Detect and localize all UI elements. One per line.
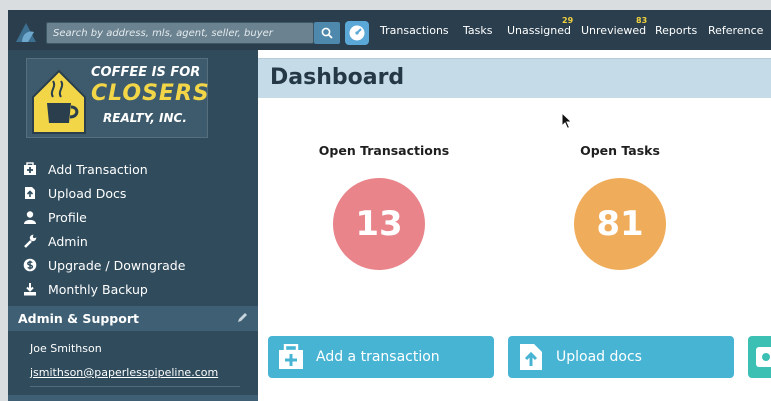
sidebar-item-label: Add Transaction: [48, 161, 148, 177]
sidebar-menu: Add Transaction Upload Docs Profile Admi…: [22, 157, 185, 301]
search-button[interactable]: [314, 22, 340, 44]
sidebar-item-label: Upload Docs: [48, 185, 127, 201]
section-title: Admin & Support: [18, 311, 139, 326]
brand-line-3: REALTY, INC.: [103, 111, 187, 125]
top-navigation-bar: Transactions Tasks 29 Unassigned 83 Unre…: [8, 10, 771, 50]
dollar-icon: [22, 257, 38, 273]
user-name: Joe Smithson: [30, 342, 102, 355]
gear-icon: [756, 347, 771, 367]
sidebar-item-upload-docs[interactable]: Upload Docs: [22, 181, 185, 205]
nav-unreviewed[interactable]: Unreviewed: [581, 24, 646, 37]
sidebar-item-label: Admin: [48, 233, 88, 249]
search-icon: [321, 27, 333, 39]
brand-logo: COFFEE IS FOR CLOSERS REALTY, INC.: [26, 58, 210, 138]
sidebar-item-monthly-backup[interactable]: Monthly Backup: [22, 277, 185, 301]
open-transactions-label: Open Transactions: [318, 143, 450, 158]
sidebar-item-label: Monthly Backup: [48, 281, 148, 297]
app-window: Transactions Tasks 29 Unassigned 83 Unre…: [8, 10, 771, 401]
nav-reports[interactable]: Reports: [655, 24, 697, 37]
dashboard-header: Dashboard: [258, 58, 771, 98]
pencil-icon[interactable]: [236, 312, 248, 324]
nav-transactions[interactable]: Transactions: [380, 24, 449, 37]
nav-unassigned[interactable]: Unassigned: [507, 24, 571, 37]
main-content: Dashboard Open Transactions 13 Open Task…: [258, 50, 771, 401]
sidebar-item-profile[interactable]: Profile: [22, 205, 185, 229]
user-icon: [22, 209, 38, 225]
nav-reference[interactable]: Reference: [708, 24, 763, 37]
app-logo-icon[interactable]: [14, 20, 38, 44]
sidebar-item-upgrade-downgrade[interactable]: Upgrade / Downgrade: [22, 253, 185, 277]
upload-docs-icon: [518, 343, 544, 371]
briefcase-plus-icon: [22, 161, 38, 177]
sidebar-item-label: Upgrade / Downgrade: [48, 257, 186, 273]
upload-docs-icon: [22, 185, 38, 201]
wrench-icon: [22, 233, 38, 249]
page-title: Dashboard: [270, 65, 405, 90]
open-transactions-count[interactable]: 13: [333, 178, 425, 270]
mouse-cursor-icon: [561, 112, 573, 130]
divider: [30, 386, 240, 387]
admin-support-header[interactable]: Admin & Support: [8, 306, 258, 331]
speedometer-icon: [349, 25, 365, 41]
settings-action-button[interactable]: [748, 336, 771, 378]
download-icon: [22, 281, 38, 297]
upload-docs-button[interactable]: Upload docs: [508, 336, 734, 378]
house-coffee-icon: [32, 69, 86, 134]
brand-line-2: CLOSERS: [91, 81, 210, 106]
sidebar: COFFEE IS FOR CLOSERS REALTY, INC. Add T…: [8, 50, 258, 401]
brand-line-1: COFFEE IS FOR: [91, 65, 201, 80]
upload-docs-label: Upload docs: [556, 349, 642, 365]
nav-tasks[interactable]: Tasks: [463, 24, 492, 37]
add-transaction-label: Add a transaction: [316, 349, 440, 365]
open-tasks-count[interactable]: 81: [574, 178, 666, 270]
search-input[interactable]: [46, 22, 314, 44]
sidebar-item-add-transaction[interactable]: Add Transaction: [22, 157, 185, 181]
user-email-link[interactable]: jsmithson@paperlesspipeline.com: [30, 366, 218, 379]
dashboard-button[interactable]: [345, 21, 369, 45]
sidebar-section-header[interactable]: [8, 395, 258, 401]
add-transaction-button[interactable]: Add a transaction: [268, 336, 494, 378]
sidebar-item-admin[interactable]: Admin: [22, 229, 185, 253]
sidebar-item-label: Profile: [48, 209, 87, 225]
open-tasks-label: Open Tasks: [580, 143, 660, 158]
briefcase-plus-icon: [278, 343, 304, 371]
